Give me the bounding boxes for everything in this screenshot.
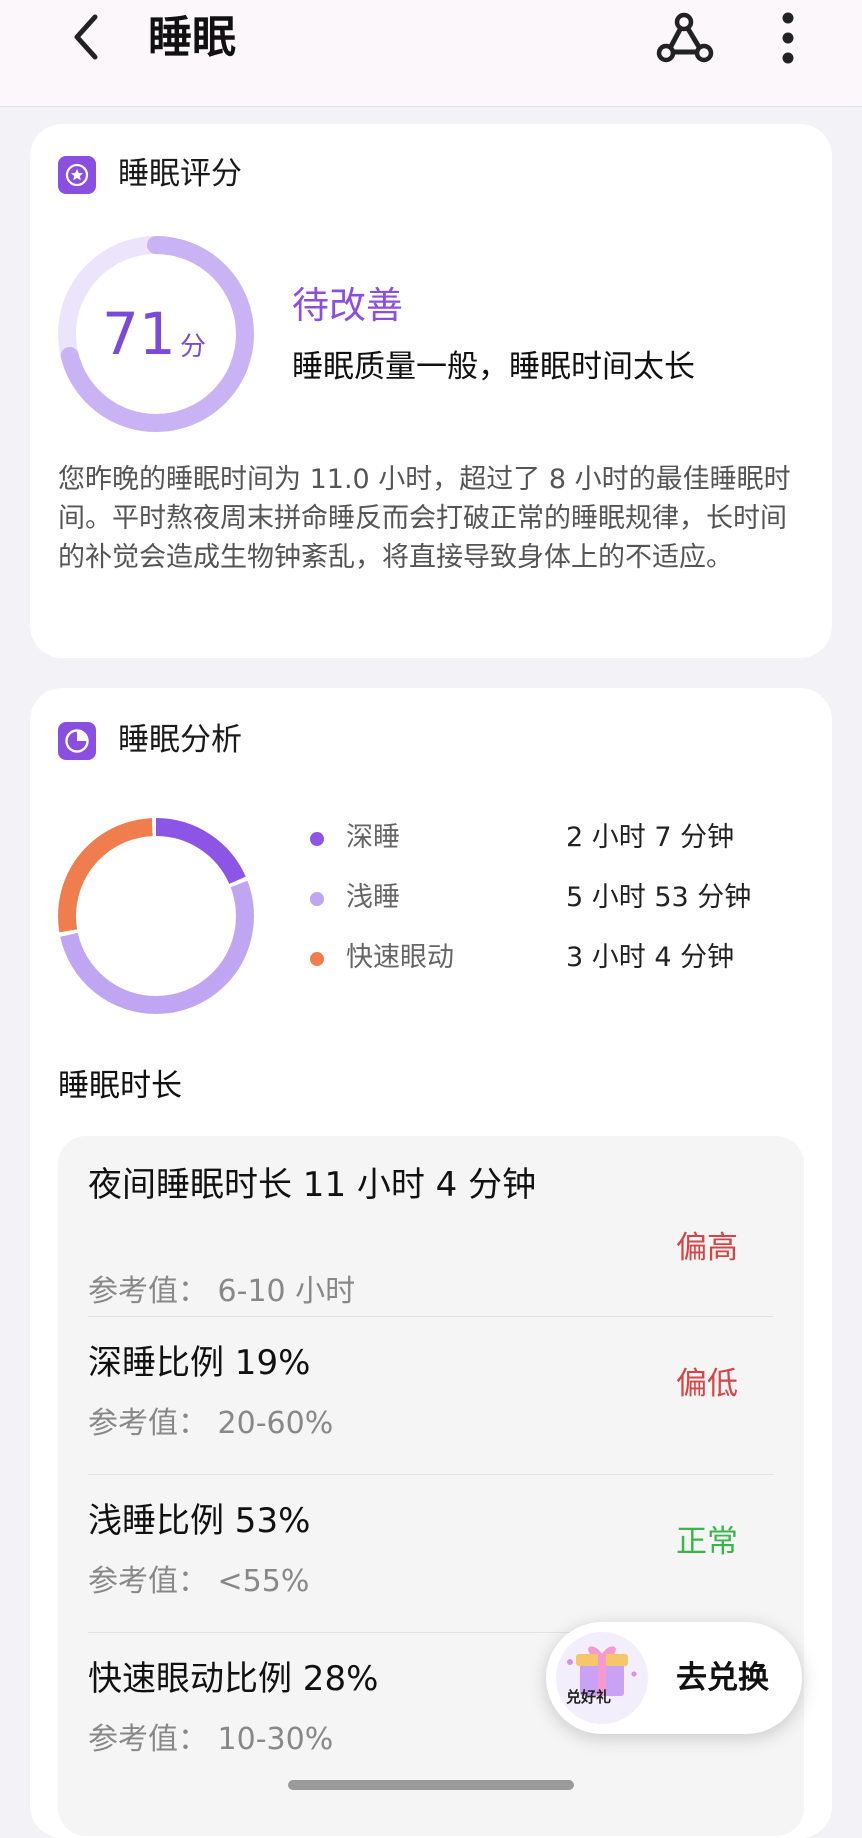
score-description: 您昨晚的睡眠时间为 11.0 小时，超过了 8 小时的最佳睡眠时间。平时熬夜周末…	[58, 464, 791, 573]
metric-title: 深睡比例 19%	[88, 1343, 311, 1383]
legend-value: 3 小时 4 分钟	[566, 942, 735, 973]
more-options-button[interactable]	[770, 12, 806, 64]
sleep-stage-donut	[58, 818, 254, 1014]
back-arrow-icon	[74, 14, 98, 60]
gift-box-icon: 兑好礼	[556, 1632, 648, 1724]
legend-label: 快速眼动	[346, 942, 454, 973]
back-button[interactable]	[62, 12, 112, 62]
gift-label: 兑好礼	[566, 1688, 612, 1706]
sleep-score-card: 睡眠评分 71 分 待改善 睡眠质量一般，睡眠时间太长 您昨晚的睡眠时间为 11…	[30, 124, 832, 658]
legend-label: 深睡	[346, 822, 400, 853]
share-button[interactable]	[656, 12, 714, 64]
deep-sleep-dot	[310, 832, 324, 846]
divider	[88, 1474, 774, 1475]
rem-sleep-dot	[310, 952, 324, 966]
app-bar: 睡眠	[0, 0, 862, 107]
legend-value: 5 小时 53 分钟	[566, 882, 752, 913]
exchange-button[interactable]: 兑好礼 去兑换	[546, 1622, 802, 1734]
sleep-duration-heading: 睡眠时长	[58, 1068, 182, 1104]
metric-title: 夜间睡眠时长 11 小时 4 分钟	[88, 1165, 537, 1205]
metric-title: 快速眼动比例 28%	[88, 1659, 379, 1699]
metric-reference: 参考值： 6-10 小时	[88, 1274, 356, 1309]
score-level: 待改善	[292, 284, 403, 327]
score-unit: 分	[180, 332, 207, 362]
score-summary: 睡眠质量一般，睡眠时间太长	[292, 349, 695, 385]
more-vertical-icon	[782, 12, 794, 64]
section-title-sleep-analysis: 睡眠分析	[118, 722, 242, 758]
metric-status: 偏低	[676, 1366, 738, 1402]
metric-reference: 参考值： 20-60%	[88, 1406, 334, 1441]
share-nodes-icon	[656, 12, 714, 63]
metric-night-duration[interactable]: 夜间睡眠时长 11 小时 4 分钟 参考值： 6-10 小时 偏高	[88, 1160, 774, 1320]
metric-light-ratio[interactable]: 浅睡比例 53% 参考值： <55% 正常	[88, 1496, 774, 1616]
section-title-sleep-score: 睡眠评分	[118, 156, 242, 192]
score-value: 71	[102, 300, 176, 368]
metric-reference: 参考值： 10-30%	[88, 1722, 334, 1757]
exchange-label: 去兑换	[676, 1660, 769, 1696]
metric-status: 偏高	[676, 1230, 738, 1266]
metric-reference: 参考值： <55%	[88, 1564, 310, 1599]
legend-label: 浅睡	[346, 882, 400, 913]
legend-value: 2 小时 7 分钟	[566, 822, 735, 853]
legend-rem-sleep: 快速眼动 3 小时 4 分钟	[310, 938, 810, 978]
metric-deep-ratio[interactable]: 深睡比例 19% 参考值： 20-60% 偏低	[88, 1338, 774, 1458]
metric-status: 正常	[676, 1524, 738, 1560]
star-badge-icon	[58, 156, 96, 194]
legend-light-sleep: 浅睡 5 小时 53 分钟	[310, 878, 810, 918]
metric-title: 浅睡比例 53%	[88, 1501, 311, 1541]
home-indicator	[288, 1780, 574, 1790]
light-sleep-dot	[310, 892, 324, 906]
page-title: 睡眠	[148, 12, 236, 63]
legend-deep-sleep: 深睡 2 小时 7 分钟	[310, 818, 810, 858]
divider	[88, 1316, 774, 1317]
pie-chart-icon	[58, 722, 96, 760]
